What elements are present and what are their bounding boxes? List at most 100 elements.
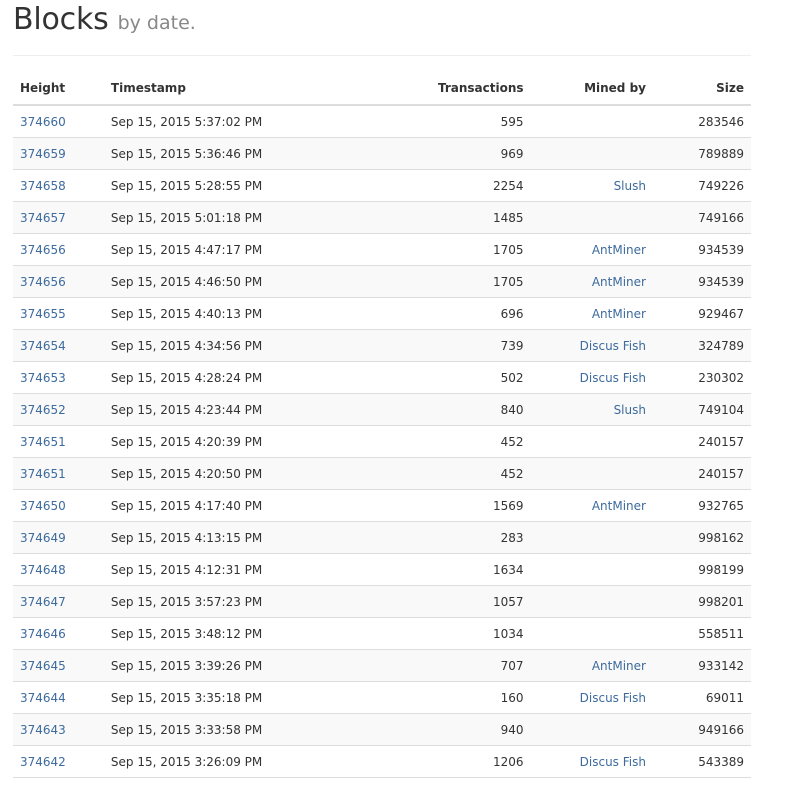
cell-height: 374651 [13,457,104,490]
table-row: 374643 Sep 15, 2015 3:33:58 PM 940 949166 [13,713,751,746]
block-height-link[interactable]: 374648 [20,563,66,577]
column-header-timestamp: Timestamp [103,72,339,106]
cell-height: 374644 [13,681,104,714]
cell-transactions: 696 [338,297,531,330]
block-height-link[interactable]: 374657 [20,211,66,225]
cell-height: 374653 [13,361,104,394]
block-height-link[interactable]: 374650 [20,499,66,513]
cell-height: 374656 [13,233,104,266]
block-height-link[interactable]: 374656 [20,275,66,289]
cell-transactions: 1485 [338,201,531,234]
cell-transactions: 1206 [338,745,531,778]
block-height-link[interactable]: 374653 [20,371,66,385]
miner-link[interactable]: Discus Fish [580,691,646,705]
cell-timestamp: Sep 15, 2015 5:37:02 PM [103,105,339,138]
block-height-link[interactable]: 374658 [20,179,66,193]
miner-link[interactable]: Discus Fish [580,371,646,385]
table-row: 374654 Sep 15, 2015 4:34:56 PM 739 Discus F… [13,329,751,362]
cell-mined-by [530,201,653,234]
cell-transactions: 1634 [338,553,531,586]
block-height-link[interactable]: 374642 [20,755,66,769]
cell-mined-by: Discus Fish [530,361,653,394]
cell-transactions: 969 [338,137,531,170]
cell-height: 374642 [13,745,104,778]
table-row: 374650 Sep 15, 2015 4:17:40 PM 1569 AntMine… [13,489,751,522]
cell-timestamp: Sep 15, 2015 3:57:23 PM [103,585,339,618]
cell-size: 934539 [652,265,751,298]
cell-size: 934539 [652,233,751,266]
cell-transactions: 1057 [338,585,531,618]
cell-mined-by: Slush [530,169,653,202]
block-height-link[interactable]: 374656 [20,243,66,257]
table-row: 374647 Sep 15, 2015 3:57:23 PM 1057 998201 [13,585,751,618]
block-height-link[interactable]: 374647 [20,595,66,609]
miner-link[interactable]: Slush [614,403,646,417]
cell-transactions: 595 [338,105,531,138]
table-row: 374655 Sep 15, 2015 4:40:13 PM 696 AntMiner… [13,297,751,330]
miner-link[interactable]: AntMiner [592,499,646,513]
cell-timestamp: Sep 15, 2015 3:33:58 PM [103,713,339,746]
table-header: Height Timestamp Transactions Mined by S… [13,72,751,106]
miner-link[interactable]: Slush [614,179,646,193]
blocks-page: Blocks by date. Height Timestamp Transac… [0,0,800,788]
cell-transactions: 940 [338,713,531,746]
block-height-link[interactable]: 374655 [20,307,66,321]
block-height-link[interactable]: 374644 [20,691,66,705]
table-row: 374656 Sep 15, 2015 4:47:17 PM 1705 AntMine… [13,233,751,266]
block-height-link[interactable]: 374651 [20,435,66,449]
cell-size: 324789 [652,329,751,362]
cell-size: 933142 [652,649,751,682]
cell-size: 949166 [652,713,751,746]
cell-timestamp: Sep 15, 2015 3:48:12 PM [103,617,339,650]
cell-size: 932765 [652,489,751,522]
cell-mined-by: AntMiner [530,489,653,522]
cell-mined-by [530,137,653,170]
block-height-link[interactable]: 374654 [20,339,66,353]
cell-height: 374658 [13,169,104,202]
block-height-link[interactable]: 374646 [20,627,66,641]
block-height-link[interactable]: 374660 [20,115,66,129]
miner-link[interactable]: Discus Fish [580,755,646,769]
block-height-link[interactable]: 374651 [20,467,66,481]
cell-transactions: 283 [338,521,531,554]
column-header-mined-by: Mined by [530,72,653,106]
cell-size: 240157 [652,425,751,458]
block-height-link[interactable]: 374659 [20,147,66,161]
cell-timestamp: Sep 15, 2015 5:28:55 PM [103,169,339,202]
table-row: 374656 Sep 15, 2015 4:46:50 PM 1705 AntMine… [13,265,751,298]
table-header-row: Height Timestamp Transactions Mined by S… [13,72,751,106]
cell-height: 374651 [13,425,104,458]
cell-size: 749226 [652,169,751,202]
block-height-link[interactable]: 374652 [20,403,66,417]
cell-mined-by: AntMiner [530,649,653,682]
cell-transactions: 160 [338,681,531,714]
miner-link[interactable]: AntMiner [592,243,646,257]
cell-height: 374660 [13,105,104,138]
cell-transactions: 707 [338,649,531,682]
cell-mined-by: Slush [530,393,653,426]
table-row: 374658 Sep 15, 2015 5:28:55 PM 2254 Slush 74… [13,169,751,202]
block-height-link[interactable]: 374649 [20,531,66,545]
cell-mined-by [530,105,653,138]
miner-link[interactable]: AntMiner [592,659,646,673]
cell-size: 749104 [652,393,751,426]
block-height-link[interactable]: 374645 [20,659,66,673]
cell-transactions: 1705 [338,265,531,298]
cell-mined-by [530,521,653,554]
cell-size: 543389 [652,745,751,778]
table-row: 374644 Sep 15, 2015 3:35:18 PM 160 Discus F… [13,681,751,714]
cell-size: 998199 [652,553,751,586]
cell-timestamp: Sep 15, 2015 4:47:17 PM [103,233,339,266]
cell-mined-by: Discus Fish [530,329,653,362]
miner-link[interactable]: AntMiner [592,307,646,321]
table-row: 374646 Sep 15, 2015 3:48:12 PM 1034 558511 [13,617,751,650]
miner-link[interactable]: AntMiner [592,275,646,289]
cell-mined-by: Discus Fish [530,745,653,778]
blocks-table: Height Timestamp Transactions Mined by S… [13,72,751,778]
cell-mined-by: Discus Fish [530,681,653,714]
block-height-link[interactable]: 374643 [20,723,66,737]
cell-mined-by [530,457,653,490]
cell-mined-by [530,553,653,586]
miner-link[interactable]: Discus Fish [580,339,646,353]
cell-timestamp: Sep 15, 2015 3:26:09 PM [103,745,339,778]
